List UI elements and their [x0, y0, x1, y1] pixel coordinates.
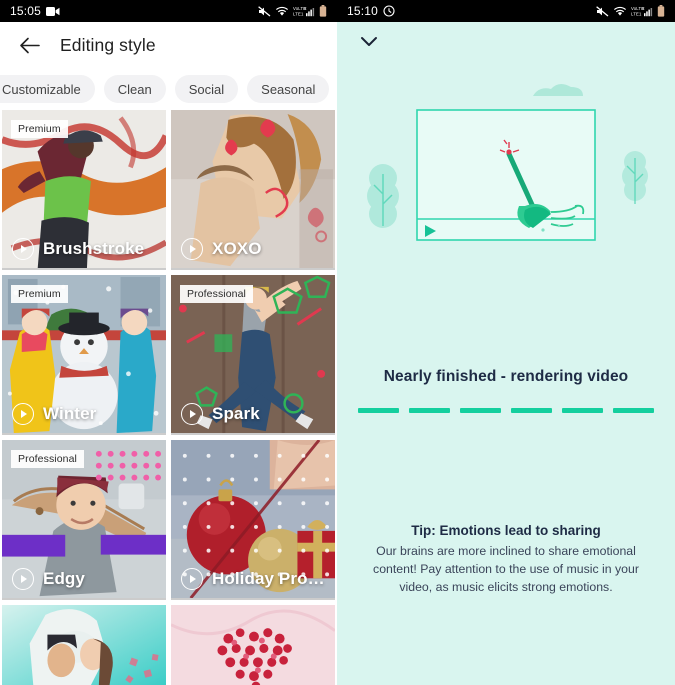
progress-dash	[409, 408, 450, 413]
style-card-edgy[interactable]: Professional Edgy	[2, 440, 166, 600]
mute-icon	[596, 5, 609, 17]
wifi-icon	[614, 6, 626, 16]
card-title: Spark	[212, 404, 260, 423]
rendering-illustration	[337, 66, 675, 266]
card-footer: XOXO	[181, 238, 262, 260]
play-circle-icon[interactable]	[181, 568, 203, 590]
play-circle-icon[interactable]	[12, 568, 34, 590]
progress-dash	[511, 408, 552, 413]
style-grid: Premium Brushstroke XOXO Premium Winter …	[0, 110, 337, 685]
style-card-spark[interactable]: Professional Spark	[171, 275, 335, 435]
tip-title: Tip: Emotions lead to sharing	[411, 523, 601, 538]
status-time: 15:05	[10, 4, 42, 18]
style-card-xoxo[interactable]: XOXO	[171, 110, 335, 270]
tip-block: Tip: Emotions lead to sharing Our brains…	[337, 523, 675, 596]
video-frame-broom-illustration	[367, 83, 648, 241]
dual-screenshot: 15:05 VoLTE R LTE1 Editing style Customi…	[0, 0, 675, 685]
chip-clean[interactable]: Clean	[103, 75, 166, 103]
rendering-status-text: Nearly finished - rendering video	[383, 368, 629, 385]
play-circle-icon[interactable]	[181, 403, 203, 425]
progress-dash	[613, 408, 654, 413]
card-badge: Premium	[11, 120, 68, 138]
right-status-bar: 15:10 VoLTE R LTE1	[337, 0, 675, 22]
back-arrow-icon	[19, 37, 40, 53]
right-phone-screen: 15:10 VoLTE R LTE1 Nearly finished - ren…	[337, 0, 675, 685]
card-title: Edgy	[43, 569, 85, 588]
progress-dash	[358, 408, 399, 413]
chip-customizable[interactable]: Customizable	[0, 75, 95, 103]
card-footer: Holiday Pro…	[181, 568, 325, 590]
status-bar-right: VoLTE R LTE1	[596, 5, 665, 17]
play-circle-icon[interactable]	[12, 238, 34, 260]
collapse-button[interactable]	[359, 34, 379, 54]
style-card-winter[interactable]: Premium Winter	[2, 275, 166, 435]
style-card-partial-right[interactable]	[171, 605, 335, 685]
mute-icon	[258, 5, 271, 17]
wifi-icon	[276, 6, 288, 16]
card-footer: Edgy	[12, 568, 85, 590]
progress-dash	[562, 408, 603, 413]
status-time: 15:10	[347, 4, 379, 18]
card-badge: Professional	[180, 285, 253, 303]
status-bar-right: VoLTE R LTE1	[258, 5, 327, 17]
volte-signal-icon: VoLTE R LTE1	[293, 6, 315, 16]
svg-text:LTE1: LTE1	[631, 11, 642, 16]
left-status-bar: 15:05 VoLTE R LTE1	[0, 0, 337, 22]
flower-heart-artwork	[171, 605, 335, 685]
svg-text:R: R	[304, 6, 307, 11]
progress-dash	[460, 408, 501, 413]
svg-text:R: R	[642, 6, 645, 11]
card-title: Winter	[43, 404, 97, 423]
couple-artwork	[2, 605, 166, 685]
rendering-topbar	[337, 22, 675, 66]
clock-icon	[383, 5, 395, 17]
card-footer: Brushstroke	[12, 238, 144, 260]
style-card-brushstroke[interactable]: Premium Brushstroke	[2, 110, 166, 270]
battery-icon	[319, 5, 327, 17]
battery-icon	[657, 5, 665, 17]
card-title: Holiday Pro…	[212, 569, 325, 588]
progress-dashes	[337, 408, 675, 413]
status-bar-left: 15:05	[10, 4, 60, 18]
category-chip-row[interactable]: Customizable Clean Social Seasonal Fun A…	[0, 68, 337, 110]
card-badge: Premium	[11, 285, 68, 303]
chip-social[interactable]: Social	[174, 75, 239, 103]
play-circle-icon[interactable]	[12, 403, 34, 425]
card-footer: Winter	[12, 403, 96, 425]
play-circle-icon[interactable]	[181, 238, 203, 260]
tip-body: Our brains are more inclined to share em…	[373, 544, 639, 594]
volte-signal-icon: VoLTE R LTE1	[631, 6, 653, 16]
back-button[interactable]	[18, 34, 40, 56]
style-card-holiday-pro[interactable]: Holiday Pro…	[171, 440, 335, 600]
left-phone-screen: 15:05 VoLTE R LTE1 Editing style Customi…	[0, 0, 337, 685]
svg-text:LTE1: LTE1	[293, 11, 304, 16]
card-badge: Professional	[11, 450, 84, 468]
chevron-down-icon	[361, 37, 377, 46]
card-title: Brushstroke	[43, 239, 145, 258]
card-footer: Spark	[181, 403, 260, 425]
card-title: XOXO	[212, 239, 262, 258]
app-bar: Editing style	[0, 22, 337, 68]
style-card-partial-left[interactable]	[2, 605, 166, 685]
chip-seasonal[interactable]: Seasonal	[247, 75, 330, 103]
video-camera-icon	[46, 6, 60, 16]
status-bar-left: 15:10	[347, 4, 395, 18]
page-title: Editing style	[60, 34, 156, 55]
